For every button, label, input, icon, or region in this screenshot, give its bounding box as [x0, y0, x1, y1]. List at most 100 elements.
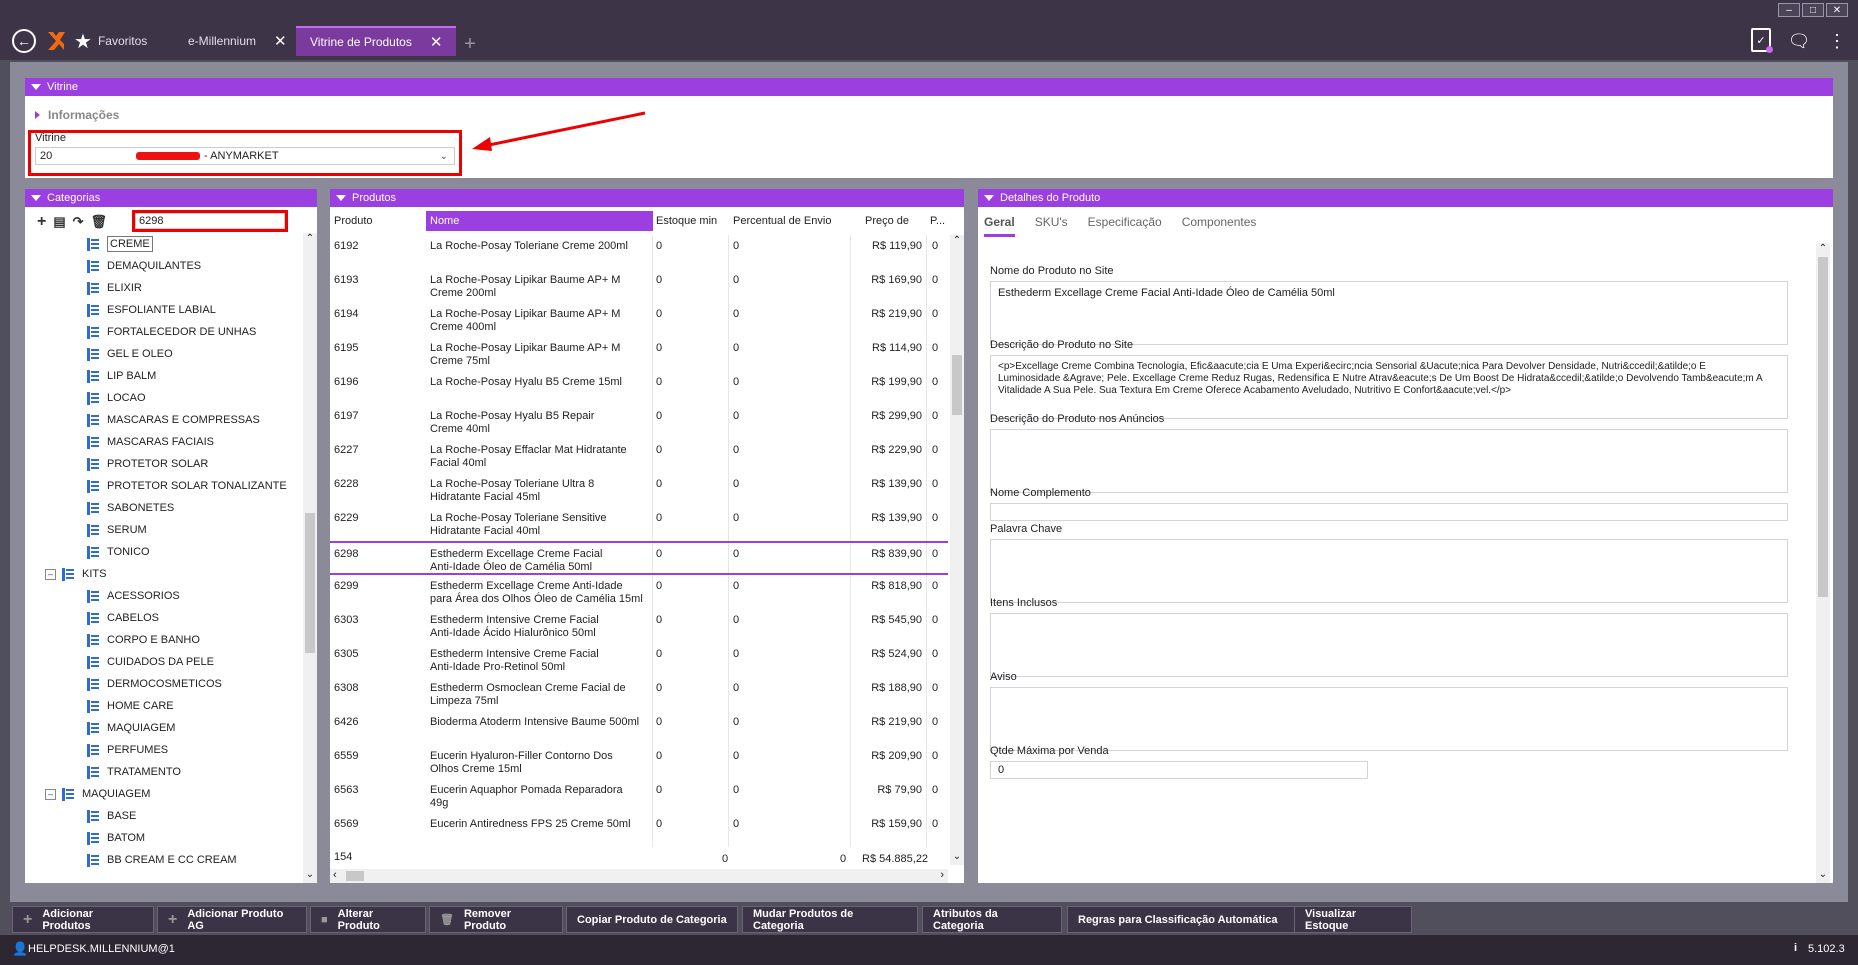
vitrine-panel-header[interactable]: Vitrine — [25, 78, 1833, 96]
tree-item[interactable]: ESFOLIANTE LABIAL — [87, 299, 216, 321]
table-row[interactable]: 6194 La Roche-Posay Lipikar Baume AP+ M Cr… — [330, 303, 948, 337]
tab-geral[interactable]: Geral — [984, 215, 1015, 237]
add-icon[interactable]: + — [37, 213, 46, 231]
scroll-down-icon[interactable]: ⌄ — [1816, 869, 1830, 883]
add-tab-icon[interactable]: + — [460, 33, 480, 55]
table-row[interactable]: 6569 Eucerin Antiredness FPS 25 Creme 50m… — [330, 813, 948, 847]
collapse-icon[interactable]: – — [45, 788, 56, 800]
itens-inclusos-field[interactable] — [990, 613, 1788, 677]
table-row[interactable]: 6303 Esthederm Intensive Creme Facial Anti… — [330, 609, 948, 643]
collapse-icon[interactable]: – — [45, 568, 56, 580]
col-preco[interactable]: Preço de — [865, 215, 909, 227]
tree-item[interactable]: CABELOS — [87, 607, 159, 629]
close-icon[interactable]: ✕ — [430, 33, 443, 51]
tree-item-kits[interactable]: – KITS — [45, 563, 106, 585]
scroll-thumb[interactable] — [1818, 257, 1828, 597]
tree-item[interactable]: HOME CARE — [87, 695, 174, 717]
products-vscrollbar[interactable]: ⌃ ⌄ — [950, 235, 964, 865]
tree-item[interactable]: SABONETES — [87, 497, 174, 519]
tree-item[interactable]: BASE — [87, 805, 136, 827]
tree-item[interactable]: ELIXIR — [87, 277, 142, 299]
detail-scrollbar[interactable]: ⌃ ⌄ — [1816, 243, 1830, 883]
tree-item-creme[interactable]: CREME — [87, 233, 153, 255]
tab-emillennium[interactable]: e-Millennium ✕ — [174, 26, 301, 56]
table-row-selected[interactable]: 6298 Esthederm Excellage Creme Facial Anti… — [330, 541, 948, 575]
tree-item[interactable]: CORPO E BANHO — [87, 629, 200, 651]
remove-product-button[interactable]: 🗑 Remover Produto — [429, 906, 563, 933]
desc-site-field[interactable]: <p>Excellage Creme Combina Tecnologia, E… — [990, 355, 1788, 419]
minimize-button[interactable]: – — [1778, 3, 1800, 17]
tree-item[interactable]: DERMOCOSMETICOS — [87, 673, 222, 695]
complemento-field[interactable] — [990, 503, 1788, 521]
tab-componentes[interactable]: Componentes — [1182, 215, 1257, 237]
tree-item[interactable]: FORTALECEDOR DE UNHAS — [87, 321, 256, 343]
chat-icon[interactable]: 🗨 — [1786, 31, 1812, 51]
tree-item[interactable]: MAQUIAGEM — [87, 717, 175, 739]
tree-item[interactable]: BB CREAM E CC CREAM — [87, 849, 237, 871]
scroll-thumb[interactable] — [952, 355, 962, 415]
tab-skus[interactable]: SKU's — [1035, 215, 1068, 237]
scroll-down-icon[interactable]: ⌄ — [303, 869, 317, 883]
scroll-right-icon[interactable]: › — [940, 869, 944, 881]
delete-icon[interactable]: 🗑 — [91, 214, 108, 230]
move-icon[interactable]: ↷ — [73, 214, 84, 230]
move-category-button[interactable]: Mudar Produtos de Categoria — [742, 906, 918, 933]
scroll-thumb[interactable] — [305, 513, 315, 653]
col-produto[interactable]: Produto — [334, 215, 373, 227]
col-estoque[interactable]: Estoque min — [656, 215, 717, 227]
tree-item[interactable]: GEL E OLEO — [87, 343, 173, 365]
add-product-ag-button[interactable]: + Adicionar Produto AG — [157, 906, 307, 933]
table-row[interactable]: 6559 Eucerin Hyaluron-Filler Contorno Dos… — [330, 745, 948, 779]
tab-especificacao[interactable]: Especificação — [1088, 215, 1162, 237]
add-child-icon[interactable]: ▤ — [53, 214, 65, 230]
table-row[interactable]: 6563 Eucerin Aquaphor Pomada Reparadora 49… — [330, 779, 948, 813]
tree-item[interactable]: PERFUMES — [87, 739, 168, 761]
category-scrollbar[interactable]: ⌃ ⌄ — [303, 233, 317, 883]
table-row[interactable]: 6196 La Roche-Posay Hyalu B5 Creme 15ml 0 0… — [330, 371, 948, 405]
scroll-up-icon[interactable]: ⌃ — [1816, 243, 1830, 257]
palavra-chave-field[interactable] — [990, 539, 1788, 603]
products-hscrollbar[interactable]: ‹ › — [330, 869, 948, 883]
close-window-button[interactable]: ✕ — [1826, 3, 1848, 17]
close-icon[interactable]: ✕ — [274, 32, 287, 50]
table-row[interactable]: 6193 La Roche-Posay Lipikar Baume AP+ M Cr… — [330, 269, 948, 303]
view-stock-button[interactable]: Visualizar Estoque — [1294, 906, 1412, 933]
table-row[interactable]: 6299 Esthederm Excellage Creme Anti-Idade… — [330, 575, 948, 609]
table-row[interactable]: 6305 Esthederm Intensive Creme Facial Anti… — [330, 643, 948, 677]
copy-category-button[interactable]: Copiar Produto de Categoria — [566, 906, 738, 933]
tree-item[interactable]: PROTETOR SOLAR TONALIZANTE — [87, 475, 287, 497]
qtde-maxima-field[interactable]: 0 — [990, 761, 1368, 779]
category-attributes-button[interactable]: Atributos da Categoria — [922, 906, 1062, 933]
table-row[interactable]: 6227 La Roche-Posay Effaclar Mat Hidratan… — [330, 439, 948, 473]
edit-product-button[interactable]: ■ Alterar Produto — [310, 906, 426, 933]
nome-site-field[interactable]: Esthederm Excellage Creme Facial Anti-Id… — [990, 281, 1788, 345]
tab-vitrine[interactable]: Vitrine de Produtos ✕ — [296, 26, 457, 56]
tree-item-maquiagem[interactable]: – MAQUIAGEM — [45, 783, 150, 805]
tree-item[interactable]: ACESSORIOS — [87, 585, 180, 607]
col-p[interactable]: P... — [930, 215, 945, 227]
tree-item[interactable]: LIP BALM — [87, 365, 156, 387]
auto-classification-button[interactable]: Regras para Classificação Automática — [1067, 906, 1299, 933]
add-products-button[interactable]: + Adicionar Produtos — [12, 906, 154, 933]
scroll-left-icon[interactable]: ‹ — [333, 869, 337, 881]
col-nome[interactable]: Nome — [426, 211, 653, 231]
table-row[interactable]: 6195 La Roche-Posay Lipikar Baume AP+ M Cr… — [330, 337, 948, 371]
tree-item[interactable]: SERUM — [87, 519, 147, 541]
tree-item[interactable]: BATOM — [87, 827, 145, 849]
desc-anuncios-field[interactable] — [990, 429, 1788, 493]
tree-item[interactable]: DEMAQUILANTES — [87, 255, 201, 277]
more-icon[interactable]: ⋮ — [1828, 30, 1846, 52]
scroll-thumb[interactable] — [346, 871, 364, 881]
table-row[interactable]: 6197 La Roche-Posay Hyalu B5 Repair Creme … — [330, 405, 948, 439]
tree-item[interactable]: MASCARAS E COMPRESSAS — [87, 409, 260, 431]
info-expander[interactable]: Informações — [35, 108, 119, 122]
tree-item[interactable]: TONICO — [87, 541, 150, 563]
aviso-field[interactable] — [990, 687, 1788, 751]
scroll-down-icon[interactable]: ⌄ — [950, 851, 964, 865]
back-icon[interactable]: ← — [12, 29, 36, 53]
tree-item[interactable]: TRATAMENTO — [87, 761, 181, 783]
table-row[interactable]: 6426 Bioderma Atoderm Intensive Baume 500… — [330, 711, 948, 745]
tree-item[interactable]: LOCAO — [87, 387, 146, 409]
tree-item[interactable]: CUIDADOS DA PELE — [87, 651, 214, 673]
detalhes-panel-header[interactable]: Detalhes do Produto — [978, 189, 1833, 207]
